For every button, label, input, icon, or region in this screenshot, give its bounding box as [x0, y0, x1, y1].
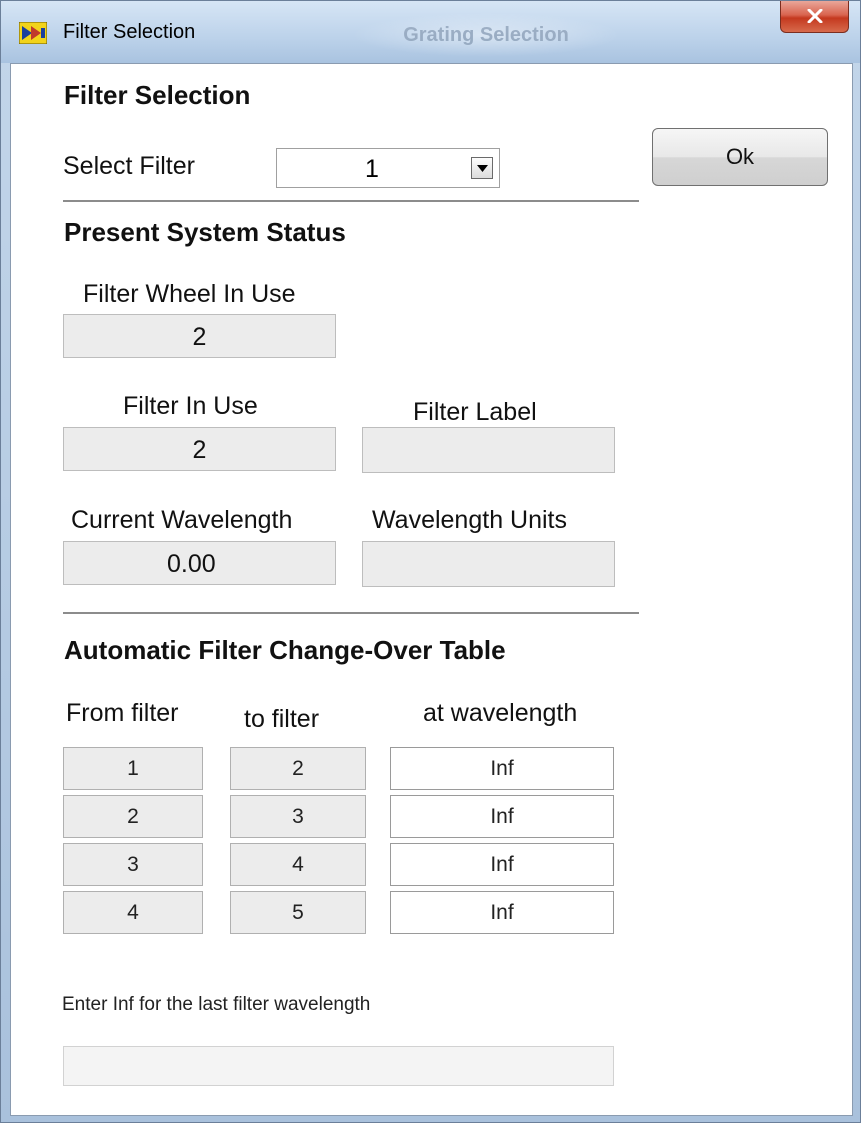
column-header-from-filter: From filter [66, 699, 179, 727]
window-title: Filter Selection [63, 21, 196, 43]
wavelength-input[interactable]: Inf [390, 891, 614, 934]
select-filter-dropdown[interactable]: 1 [276, 148, 500, 188]
to-filter-cell: 3 [230, 795, 366, 838]
from-filter-cell: 4 [63, 891, 203, 934]
column-header-to-filter: to filter [244, 705, 320, 733]
to-filter-cell: 2 [230, 747, 366, 790]
background-window-title: Grating Selection [351, 13, 621, 57]
select-filter-value: 1 [365, 155, 379, 183]
changeover-table-heading: Automatic Filter Change-Over Table [64, 635, 506, 665]
ok-button[interactable]: Ok [652, 128, 828, 186]
labview-app-icon [18, 21, 48, 45]
select-filter-label: Select Filter [63, 152, 195, 180]
current-wavelength-label: Current Wavelength [71, 506, 293, 534]
filter-wheel-value: 2 [63, 314, 336, 358]
close-button[interactable] [780, 1, 849, 33]
wavelength-units-value [362, 541, 615, 587]
wavelength-input[interactable]: Inf [390, 747, 614, 790]
divider [63, 612, 639, 614]
filter-selection-heading: Filter Selection [64, 80, 251, 110]
close-icon [807, 9, 823, 23]
from-filter-cell: 3 [63, 843, 203, 886]
inf-hint-text: Enter Inf for the last filter wavelength [62, 994, 371, 1015]
wavelength-input[interactable]: Inf [390, 843, 614, 886]
filter-wheel-label: Filter Wheel In Use [83, 280, 296, 308]
filter-label-value [362, 427, 615, 473]
system-status-heading: Present System Status [64, 217, 346, 247]
dropdown-arrow-button[interactable] [471, 157, 493, 179]
current-wavelength-value: 0.00 [63, 541, 336, 585]
wavelength-units-label: Wavelength Units [372, 506, 567, 534]
filter-in-use-value: 2 [63, 427, 336, 471]
title-bar: Filter Selection Grating Selection [1, 1, 860, 63]
column-header-at-wavelength: at wavelength [423, 699, 578, 727]
filter-label-label: Filter Label [413, 398, 537, 426]
status-message-field [63, 1046, 614, 1086]
wavelength-input[interactable]: Inf [390, 795, 614, 838]
to-filter-cell: 4 [230, 843, 366, 886]
from-filter-cell: 1 [63, 747, 203, 790]
divider [63, 200, 639, 202]
chevron-down-icon [477, 165, 488, 172]
from-filter-cell: 2 [63, 795, 203, 838]
to-filter-cell: 5 [230, 891, 366, 934]
filter-in-use-label: Filter In Use [123, 392, 258, 420]
